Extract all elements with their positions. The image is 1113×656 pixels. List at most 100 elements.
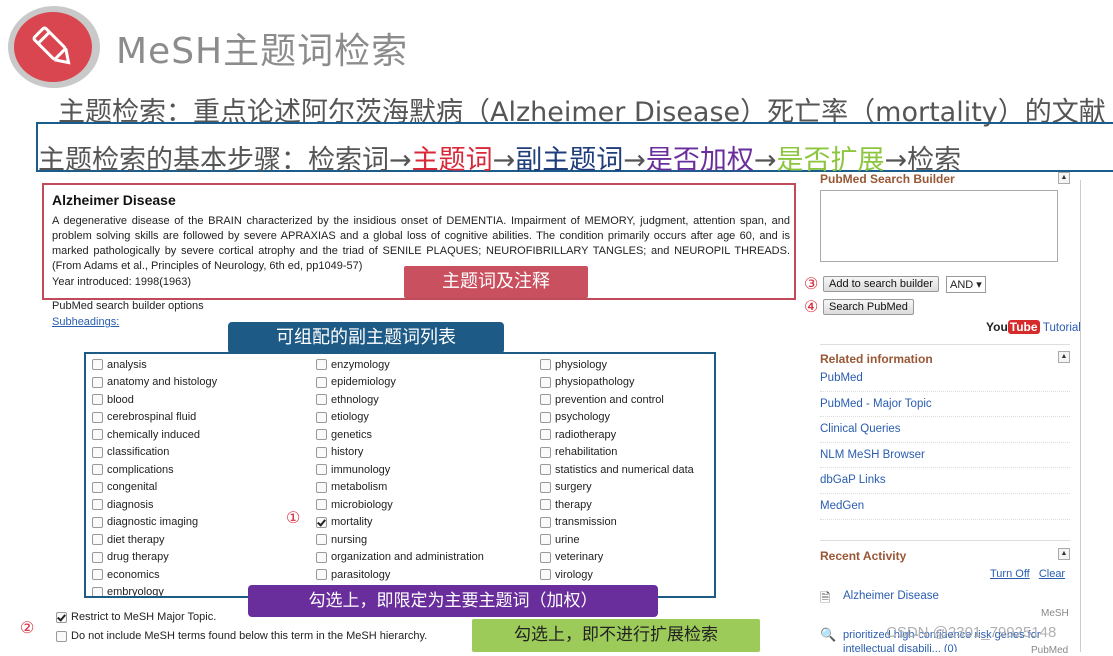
subheading-item[interactable]: urine — [540, 531, 694, 549]
subheading-item[interactable]: blood — [92, 391, 217, 409]
subheading-checkbox[interactable] — [92, 551, 103, 563]
subheading-item[interactable]: prevention and control — [540, 391, 694, 409]
subheading-checkbox[interactable] — [540, 429, 551, 441]
related-link[interactable]: PubMed — [820, 366, 1070, 392]
subheading-checkbox[interactable] — [316, 429, 327, 441]
subheading-item[interactable]: rehabilitation — [540, 444, 694, 462]
subheading-item[interactable]: virology — [540, 566, 694, 584]
subheading-item[interactable]: physiology — [540, 356, 694, 374]
subheading-item[interactable]: classification — [92, 444, 217, 462]
subheading-item[interactable]: anatomy and histology — [92, 374, 217, 392]
subheading-checkbox[interactable] — [540, 534, 551, 546]
subheading-checkbox[interactable] — [316, 516, 327, 528]
related-link[interactable]: dbGaP Links — [820, 468, 1070, 494]
restrict-major-topic-checkbox[interactable] — [56, 611, 67, 623]
subheading-checkbox[interactable] — [540, 516, 551, 528]
search-pubmed-button[interactable]: Search PubMed — [823, 299, 914, 315]
subheading-checkbox[interactable] — [92, 359, 103, 371]
subheading-item[interactable]: nursing — [316, 531, 484, 549]
subheading-item[interactable]: organization and administration — [316, 549, 484, 567]
collapse-icon[interactable]: ▲ — [1058, 172, 1070, 184]
youtube-tutorial-link[interactable]: You Tube Tutorial — [986, 320, 1081, 334]
related-link[interactable]: NLM MeSH Browser — [820, 443, 1070, 469]
subheading-item[interactable]: genetics — [316, 426, 484, 444]
subheading-item[interactable]: epidemiology — [316, 374, 484, 392]
subheading-item[interactable]: parasitology — [316, 566, 484, 584]
recent-item-alzheimer[interactable]: Alzheimer Disease — [843, 590, 939, 602]
subheading-item[interactable]: psychology — [540, 409, 694, 427]
subheading-checkbox[interactable] — [92, 394, 103, 406]
subheading-checkbox[interactable] — [316, 464, 327, 476]
restrict-major-topic-option[interactable]: Restrict to MeSH Major Topic. — [56, 611, 216, 623]
subheading-checkbox[interactable] — [92, 446, 103, 458]
subheading-item[interactable]: metabolism — [316, 479, 484, 497]
subheading-checkbox[interactable] — [92, 499, 103, 511]
search-builder-textarea[interactable] — [820, 190, 1058, 262]
subheading-checkbox[interactable] — [316, 481, 327, 493]
turn-off-link[interactable]: Turn Off — [990, 568, 1030, 580]
subheading-item[interactable]: enzymology — [316, 356, 484, 374]
subheading-item[interactable]: ethnology — [316, 391, 484, 409]
subheading-item[interactable]: congenital — [92, 479, 217, 497]
subheading-checkbox[interactable] — [92, 569, 103, 581]
no-explode-checkbox[interactable] — [56, 630, 67, 642]
subheading-item[interactable]: statistics and numerical data — [540, 461, 694, 479]
subheading-item[interactable]: therapy — [540, 496, 694, 514]
related-link[interactable]: PubMed - Major Topic — [820, 392, 1070, 418]
subheading-item[interactable]: etiology — [316, 409, 484, 427]
subheading-checkbox[interactable] — [540, 464, 551, 476]
subheading-checkbox[interactable] — [316, 569, 327, 581]
clear-link[interactable]: Clear — [1039, 568, 1065, 580]
subheading-checkbox[interactable] — [316, 376, 327, 388]
subheading-checkbox[interactable] — [316, 534, 327, 546]
subheading-checkbox[interactable] — [92, 429, 103, 441]
subheading-item[interactable]: microbiology — [316, 496, 484, 514]
subheading-item[interactable]: chemically induced — [92, 426, 217, 444]
subheading-item[interactable]: embryology — [92, 584, 217, 596]
subheading-checkbox[interactable] — [540, 569, 551, 581]
subheading-checkbox[interactable] — [540, 394, 551, 406]
subheading-checkbox[interactable] — [316, 446, 327, 458]
subheading-item[interactable]: transmission — [540, 514, 694, 532]
subheading-checkbox[interactable] — [540, 551, 551, 563]
subheading-item[interactable]: surgery — [540, 479, 694, 497]
subheading-checkbox[interactable] — [316, 359, 327, 371]
subheading-item[interactable]: mortality — [316, 514, 484, 532]
no-explode-option[interactable]: Do not include MeSH terms found below th… — [56, 630, 427, 642]
subheading-item[interactable]: radiotherapy — [540, 426, 694, 444]
subheading-checkbox[interactable] — [92, 516, 103, 528]
subheading-checkbox[interactable] — [540, 446, 551, 458]
subheading-item[interactable]: veterinary — [540, 549, 694, 567]
subheading-checkbox[interactable] — [92, 411, 103, 423]
subheading-checkbox[interactable] — [540, 359, 551, 371]
subheading-checkbox[interactable] — [540, 376, 551, 388]
subheading-checkbox[interactable] — [316, 411, 327, 423]
subheading-checkbox[interactable] — [92, 376, 103, 388]
collapse-icon[interactable]: ▲ — [1058, 548, 1070, 560]
related-link[interactable]: Clinical Queries — [820, 417, 1070, 443]
operator-select[interactable]: AND ▾ — [946, 276, 986, 293]
subheading-checkbox[interactable] — [92, 534, 103, 546]
add-to-search-builder-button[interactable]: Add to search builder — [823, 276, 939, 292]
subheading-item[interactable]: drug therapy — [92, 549, 217, 567]
subheading-item[interactable]: physiopathology — [540, 374, 694, 392]
subheading-checkbox[interactable] — [540, 499, 551, 511]
subheading-checkbox[interactable] — [316, 499, 327, 511]
subheading-checkbox[interactable] — [92, 481, 103, 493]
subheadings-link[interactable]: Subheadings: — [52, 316, 119, 328]
subheading-item[interactable]: analysis — [92, 356, 217, 374]
subheading-item[interactable]: diet therapy — [92, 531, 217, 549]
subheading-item[interactable]: cerebrospinal fluid — [92, 409, 217, 427]
subheading-item[interactable]: history — [316, 444, 484, 462]
subheading-item[interactable]: diagnosis — [92, 496, 217, 514]
subheading-item[interactable]: economics — [92, 566, 217, 584]
subheading-item[interactable]: immunology — [316, 461, 484, 479]
subheading-checkbox[interactable] — [92, 464, 103, 476]
subheading-checkbox[interactable] — [540, 411, 551, 423]
subheading-checkbox[interactable] — [316, 551, 327, 563]
collapse-icon[interactable]: ▲ — [1058, 351, 1070, 363]
subheading-item[interactable]: complications — [92, 461, 217, 479]
subheading-item[interactable]: diagnostic imaging — [92, 514, 217, 532]
subheading-checkbox[interactable] — [540, 481, 551, 493]
subheading-checkbox[interactable] — [316, 394, 327, 406]
